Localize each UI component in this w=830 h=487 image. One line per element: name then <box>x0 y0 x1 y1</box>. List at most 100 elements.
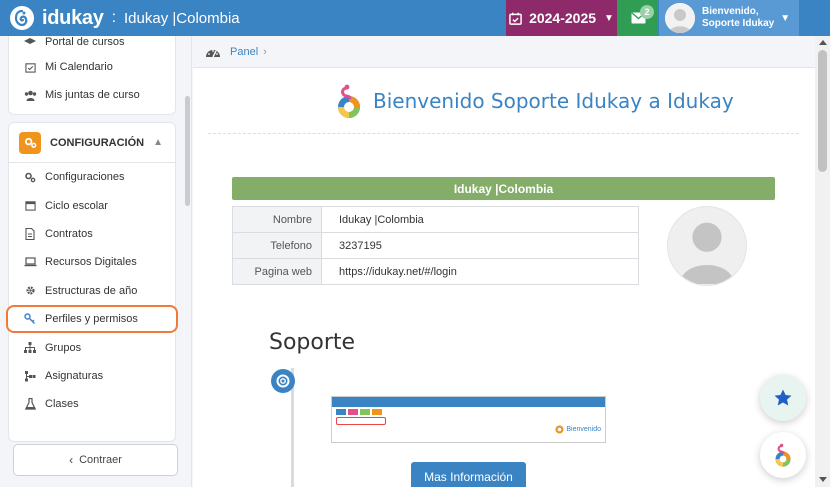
chevron-down-icon: ▼ <box>604 12 614 24</box>
star-icon <box>774 389 792 406</box>
config-section-title: CONFIGURACIÓN <box>50 136 145 149</box>
key-icon <box>23 312 37 326</box>
page-scrollbar[interactable] <box>815 36 830 487</box>
brand-name: idukay <box>42 6 104 29</box>
gears-icon <box>23 170 37 184</box>
top-bar: idukay : Idukay |Colombia 2024-2025 ▼ 2 … <box>0 0 830 36</box>
calendar-check-icon <box>509 12 522 25</box>
sitemap-icon <box>23 341 37 355</box>
sidebar-item-perfiles-permisos[interactable]: Perfiles y permisos <box>6 304 178 334</box>
sidebar-item-configuraciones[interactable]: Configuraciones <box>9 163 175 191</box>
sidebar-item-label: Mi Calendario <box>45 61 113 73</box>
school-name-banner: Idukay |Colombia <box>232 177 775 200</box>
welcome-header: Bienvenido Soporte Idukay a Idukay <box>333 82 734 120</box>
breadcrumb: Panel › <box>193 36 815 68</box>
document-icon <box>23 227 37 241</box>
preview-topbar <box>332 397 605 407</box>
school-info-table: Nombre Idukay |Colombia Telefono 3237195… <box>232 206 639 285</box>
divider <box>208 133 799 134</box>
info-value: Idukay |Colombia <box>321 206 639 233</box>
sidebar-item-recursos-digitales[interactable]: Recursos Digitales <box>9 248 175 276</box>
greeting-text: Bienvenido, <box>702 6 759 17</box>
brand[interactable]: idukay : Idukay |Colombia <box>0 6 240 30</box>
idukay-logo-icon <box>10 6 34 30</box>
idukay-logo-icon <box>338 84 360 118</box>
breadcrumb-separator: › <box>263 45 267 58</box>
school-year-label: 2024-2025 <box>529 10 597 26</box>
user-name: Soporte Idukay <box>702 18 775 29</box>
user-greeting: Bienvenido, Soporte Idukay <box>702 6 774 30</box>
more-info-button[interactable]: Mas Información <box>411 462 526 487</box>
sidebar-item-grupos[interactable]: Grupos <box>9 333 175 361</box>
messages-count-badge: 2 <box>640 5 654 19</box>
sidebar-scrollbar[interactable] <box>185 96 190 206</box>
sidebar-item-label: Clases <box>45 398 79 411</box>
scrollbar-thumb[interactable] <box>818 50 827 172</box>
info-value: 3237195 <box>321 232 639 259</box>
table-row: Pagina web https://idukay.net/#/login <box>232 258 639 285</box>
chevron-left-icon: ‹ <box>69 453 74 467</box>
scroll-up-icon[interactable] <box>819 40 827 45</box>
collapse-sidebar-button[interactable]: ‹ Contraer <box>13 444 178 476</box>
brand-separator: : <box>111 9 117 26</box>
main-content: Bienvenido Soporte Idukay a Idukay Iduka… <box>193 68 815 487</box>
sidebar-item-clases[interactable]: Clases <box>9 390 175 418</box>
user-menu[interactable]: Bienvenido, Soporte Idukay ▼ <box>659 0 799 36</box>
school-photo-placeholder <box>667 206 747 286</box>
messages-button[interactable]: 2 <box>618 0 658 36</box>
sidebar-item-label: Estructuras de año <box>45 284 138 297</box>
sidebar-config-group: CONFIGURACIÓN ▲ Configuraciones Ciclo es… <box>6 122 178 442</box>
sidebar-item-label: Asignaturas <box>45 369 104 382</box>
sidebar-item-label: Grupos <box>45 341 82 354</box>
favorites-button[interactable] <box>760 375 806 421</box>
sidebar-item-asignaturas[interactable]: Asignaturas <box>9 362 175 390</box>
user-silhouette-icon <box>679 222 735 284</box>
idukay-assistant-button[interactable] <box>760 432 806 478</box>
school-year-selector[interactable]: 2024-2025 ▼ <box>506 0 617 36</box>
support-preview-image: Bienvenido <box>331 396 606 443</box>
tree-icon <box>23 369 37 383</box>
sidebar-item-label: Contratos <box>45 227 93 240</box>
preview-welcome-text: Bienvenido <box>566 426 601 433</box>
gear-icon <box>23 284 37 298</box>
chevron-down-icon: ▼ <box>780 12 791 24</box>
info-value: https://idukay.net/#/login <box>321 258 639 285</box>
sidebar-item-juntas[interactable]: Mis juntas de curso <box>9 81 175 109</box>
sidebar-item-label: Ciclo escolar <box>45 199 108 212</box>
info-label: Pagina web <box>232 258 322 285</box>
sidebar-item-estructuras[interactable]: Estructuras de año <box>9 277 175 305</box>
dashboard-icon <box>206 49 220 57</box>
breadcrumb-panel-link[interactable]: Panel <box>230 46 258 58</box>
sidebar-item-portal[interactable]: Portal de cursos <box>9 36 175 53</box>
info-label: Telefono <box>232 232 322 259</box>
sidebar: Portal de cursos Mi Calendario Mis junta… <box>0 36 192 487</box>
preview-highlight <box>336 417 386 425</box>
sidebar-item-label: Portal de cursos <box>45 36 125 48</box>
collapse-label: Contraer <box>79 454 122 466</box>
info-label: Nombre <box>232 206 322 233</box>
sidebar-item-label: Recursos Digitales <box>45 256 137 269</box>
preview-welcome: Bienvenido <box>555 425 601 434</box>
calendar-check-icon <box>23 60 37 74</box>
sidebar-item-ciclo-escolar[interactable]: Ciclo escolar <box>9 191 175 219</box>
chevron-up-icon: ▲ <box>153 137 163 148</box>
flask-icon <box>23 397 37 411</box>
welcome-title: Bienvenido Soporte Idukay a Idukay <box>373 89 734 113</box>
preview-tiles <box>332 407 605 417</box>
gears-icon <box>19 131 41 154</box>
laptop-icon <box>23 255 37 269</box>
table-row: Nombre Idukay |Colombia <box>232 206 639 233</box>
sidebar-item-calendar[interactable]: Mi Calendario <box>9 53 175 81</box>
users-icon <box>23 88 37 102</box>
lifebuoy-icon <box>271 369 295 393</box>
scroll-down-icon[interactable] <box>819 477 827 482</box>
sidebar-top-group: Portal de cursos Mi Calendario Mis junta… <box>8 36 176 115</box>
sidebar-item-label: Mis juntas de curso <box>45 89 140 101</box>
sidebar-item-label: Configuraciones <box>45 171 125 184</box>
school-name: Idukay |Colombia <box>124 9 240 27</box>
graduation-icon <box>23 36 37 49</box>
config-section-header[interactable]: CONFIGURACIÓN ▲ <box>9 123 175 163</box>
table-row: Telefono 3237195 <box>232 232 639 259</box>
sidebar-item-contratos[interactable]: Contratos <box>9 220 175 248</box>
idukay-logo-icon <box>775 443 791 467</box>
